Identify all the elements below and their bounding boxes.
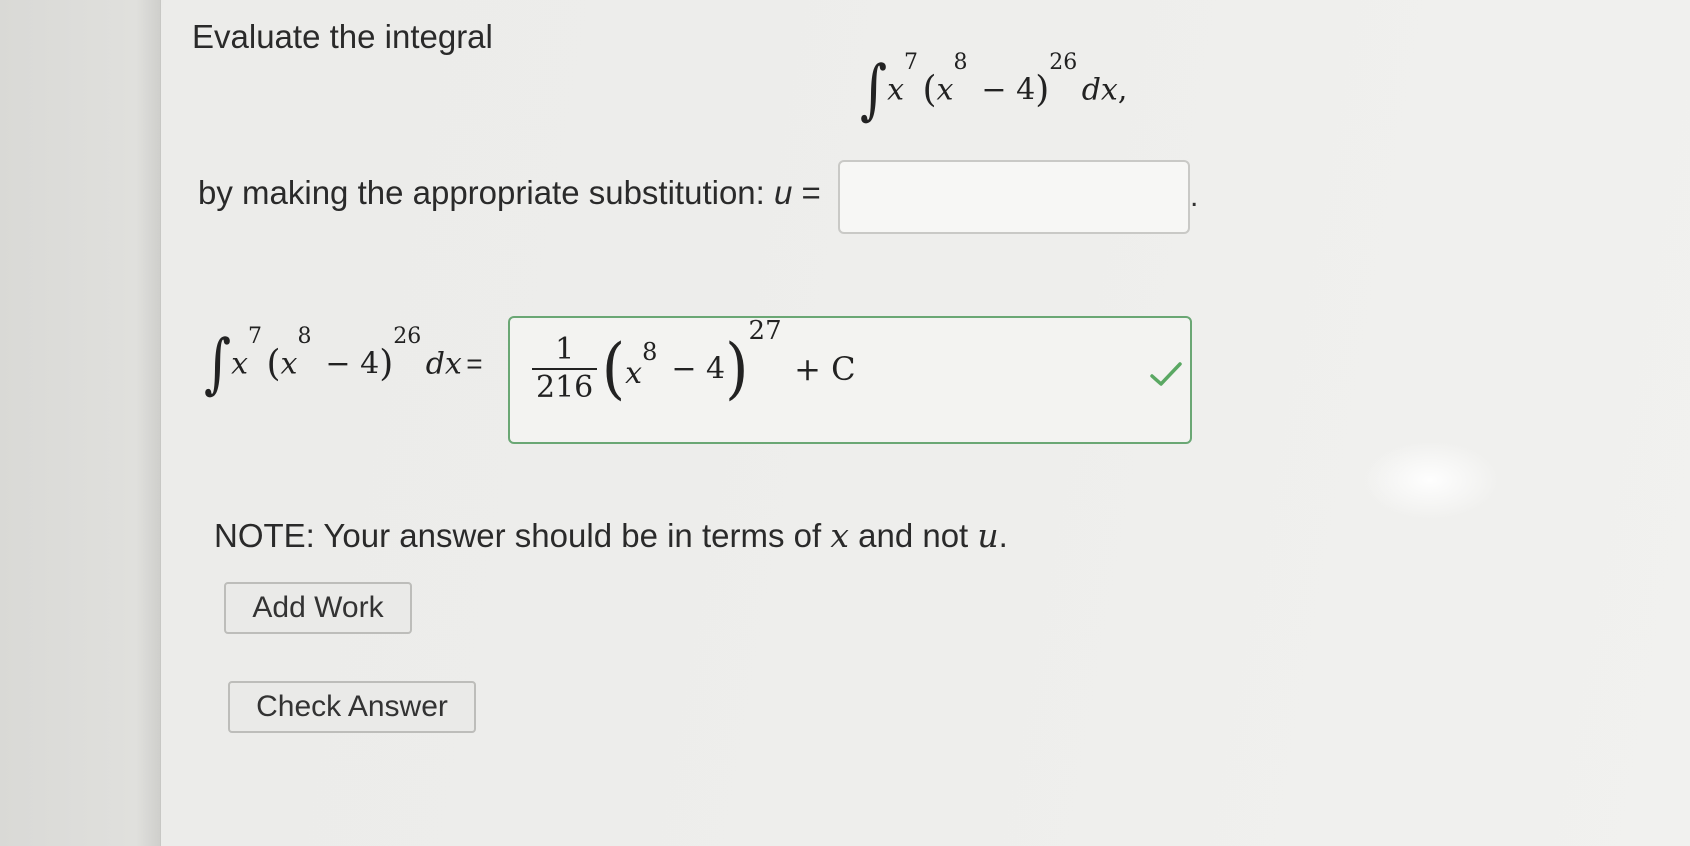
check-answer-button[interactable]: Check Answer [228,681,476,733]
integral-sign-icon: ∫ [204,326,232,402]
integral-display: ∫x7 (x8 − 4)26 dx, [860,50,1128,128]
answer-integral-label: ∫x7 (x8 − 4)26 dx = [204,324,483,402]
check-icon [1150,362,1182,386]
integral-sign-icon: ∫ [860,52,888,128]
note-text: NOTE: Your answer should be in terms of … [214,516,1008,555]
answer-expression: 1 216 (x8 − 4)27 + C [532,316,856,408]
add-work-button[interactable]: Add Work [224,582,412,634]
intro-text: Evaluate the integral [192,18,493,55]
substitution-input[interactable] [838,160,1190,234]
answer-fraction: 1 216 [532,332,598,406]
answer-input[interactable]: 1 216 (x8 − 4)27 + C [508,316,1192,444]
screen-glare [1360,440,1500,520]
left-margin-strip [0,0,161,846]
period-mark: . [1190,180,1199,213]
substitution-prompt: by making the appropriate substitution: … [198,174,821,211]
